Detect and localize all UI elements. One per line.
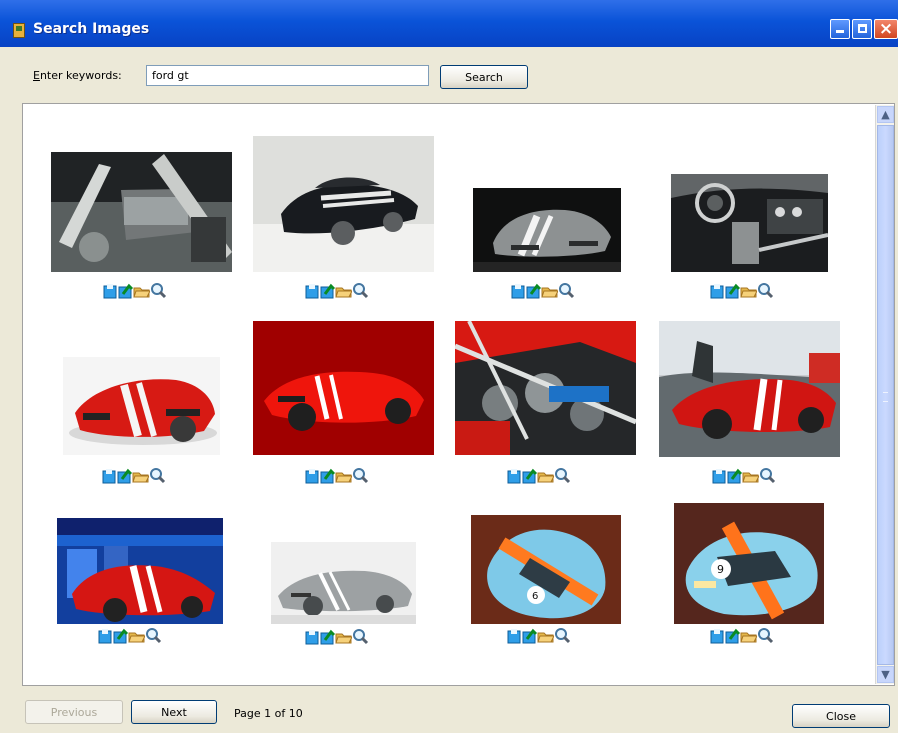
window-title: Search Images (33, 21, 150, 37)
close-button[interactable]: Close (792, 704, 890, 728)
insert-icon[interactable] (319, 467, 336, 484)
close-icon: × (878, 19, 894, 39)
zoom-icon[interactable] (150, 282, 167, 299)
next-button[interactable]: Next (131, 700, 217, 724)
insert-icon[interactable] (117, 282, 134, 299)
zoom-icon[interactable] (352, 282, 369, 299)
image-action-icons (101, 467, 179, 485)
zoom-icon[interactable] (757, 282, 774, 299)
keywords-label: Enter keywords: (33, 69, 122, 82)
zoom-icon[interactable] (554, 627, 571, 644)
thumbnail-red-ford-gt-white-stripes[interactable] (63, 357, 220, 455)
result-card-red-ford-gt-engine[interactable] (455, 321, 645, 489)
thumbnail-black-ford-gt[interactable] (253, 136, 434, 272)
page-status: Page 1 of 10 (234, 707, 303, 720)
thumbnail-engine-bay-close-up[interactable] (51, 152, 232, 272)
svg-text:6: 6 (532, 591, 538, 602)
result-card-black-ford-gt[interactable] (253, 136, 443, 304)
zoom-icon[interactable] (145, 627, 162, 644)
image-action-icons (102, 282, 180, 300)
folder-icon[interactable] (537, 467, 554, 484)
image-action-icons (709, 282, 787, 300)
image-results-panel[interactable]: 6 9 ▲ ▼ (22, 103, 895, 686)
zoom-icon[interactable] (352, 467, 369, 484)
svg-text:9: 9 (717, 563, 724, 576)
thumbnail-silver-ford-gt-front[interactable] (473, 188, 621, 272)
scroll-down-icon[interactable]: ▼ (877, 666, 894, 683)
image-action-icons (97, 627, 175, 645)
folder-icon[interactable] (133, 282, 150, 299)
minimize-icon (836, 30, 844, 33)
previous-button[interactable]: Previous (25, 700, 123, 724)
result-card-red-ford-gt-red-background[interactable] (253, 321, 443, 489)
maximize-button[interactable] (852, 19, 872, 39)
insert-icon[interactable] (525, 282, 542, 299)
folder-icon[interactable] (335, 282, 352, 299)
folder-icon[interactable] (132, 467, 149, 484)
keywords-label-text: nter keywords: (39, 69, 122, 82)
insert-icon[interactable] (724, 282, 741, 299)
insert-icon[interactable] (521, 467, 538, 484)
result-card-gulf-livery-ford-gt-rear[interactable]: 9 (674, 503, 864, 671)
insert-icon[interactable] (726, 467, 743, 484)
app-icon (13, 23, 25, 38)
image-action-icons (709, 627, 787, 645)
image-action-icons (304, 282, 382, 300)
zoom-icon[interactable] (757, 627, 774, 644)
result-card-red-ford-gt-outdoors[interactable] (659, 321, 849, 489)
scroll-up-icon[interactable]: ▲ (877, 106, 894, 123)
search-button[interactable]: Search (440, 65, 528, 89)
vertical-scrollbar[interactable]: ▲ ▼ (875, 105, 894, 684)
insert-icon[interactable] (116, 467, 133, 484)
image-action-icons (506, 467, 584, 485)
result-card-red-ford-gt-white-stripes[interactable] (63, 357, 253, 525)
insert-icon[interactable] (319, 282, 336, 299)
insert-icon[interactable] (521, 627, 538, 644)
result-card-gulf-livery-ford-gt-top[interactable]: 6 (471, 515, 661, 683)
folder-icon[interactable] (740, 282, 757, 299)
thumbnail-red-ford-gt-blue-background[interactable] (57, 518, 223, 624)
image-action-icons (711, 467, 789, 485)
folder-icon[interactable] (128, 627, 145, 644)
insert-icon[interactable] (319, 628, 336, 645)
window-close-button[interactable]: × (874, 19, 898, 39)
thumbnail-gulf-livery-ford-gt-rear[interactable]: 9 (674, 503, 824, 624)
scroll-thumb[interactable] (877, 125, 894, 665)
search-images-window: Search Images × Enter keywords: Search (0, 0, 898, 733)
result-card-silver-ford-gt-side[interactable] (271, 542, 461, 685)
thumbnail-red-ford-gt-outdoors[interactable] (659, 321, 840, 457)
folder-icon[interactable] (335, 467, 352, 484)
folder-icon[interactable] (537, 627, 554, 644)
zoom-icon[interactable] (558, 282, 575, 299)
insert-icon[interactable] (112, 627, 129, 644)
insert-icon[interactable] (724, 627, 741, 644)
minimize-button[interactable] (830, 19, 850, 39)
result-card-engine-bay-close-up[interactable] (51, 152, 241, 320)
thumbnail-red-ford-gt-engine[interactable] (455, 321, 636, 455)
zoom-icon[interactable] (352, 628, 369, 645)
keywords-access-key: E (33, 69, 40, 82)
thumbnail-grid: 6 9 (23, 104, 876, 685)
thumbnail-red-ford-gt-red-background[interactable] (253, 321, 434, 455)
image-action-icons (510, 282, 588, 300)
result-card-interior-dashboard[interactable] (671, 174, 861, 342)
folder-icon[interactable] (541, 282, 558, 299)
zoom-icon[interactable] (554, 467, 571, 484)
thumbnail-gulf-livery-ford-gt-top[interactable]: 6 (471, 515, 621, 624)
folder-icon[interactable] (335, 628, 352, 645)
folder-icon[interactable] (740, 627, 757, 644)
image-action-icons (506, 627, 584, 645)
zoom-icon[interactable] (759, 467, 776, 484)
result-card-red-ford-gt-blue-background[interactable] (57, 518, 247, 685)
scroll-grip-icon (883, 392, 888, 402)
thumbnail-silver-ford-gt-side[interactable] (271, 542, 416, 624)
maximize-icon (858, 24, 867, 33)
thumbnail-interior-dashboard[interactable] (671, 174, 828, 272)
image-action-icons (304, 467, 382, 485)
title-bar[interactable]: Search Images × (0, 0, 898, 47)
folder-icon[interactable] (742, 467, 759, 484)
image-action-icons (304, 628, 382, 646)
keywords-input[interactable] (146, 65, 429, 86)
zoom-icon[interactable] (149, 467, 166, 484)
